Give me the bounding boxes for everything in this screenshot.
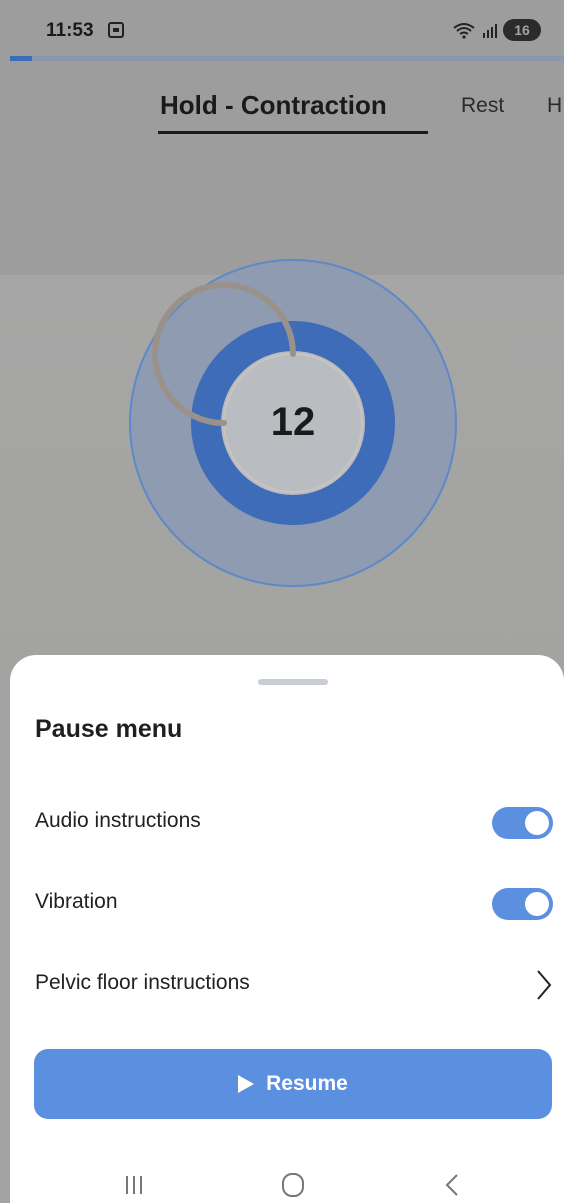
timer-value: 12	[270, 400, 316, 444]
signal-icon	[483, 24, 497, 38]
workout-progress-fill	[10, 56, 33, 61]
resume-button[interactable]: Resume	[34, 1049, 552, 1119]
tab-hold-next[interactable]: H	[547, 94, 562, 118]
screenshot-icon	[108, 22, 124, 38]
battery-level: 16	[514, 22, 530, 38]
pause-menu-sheet: Pause menu Audio instructions Vibration …	[10, 655, 564, 1203]
vibration-label: Vibration	[35, 890, 118, 913]
recent-apps-icon[interactable]	[124, 1174, 144, 1196]
active-tab-indicator	[158, 131, 428, 134]
tab-rest[interactable]: Rest	[461, 94, 504, 118]
status-bar: 11:53 16	[0, 0, 564, 58]
toggle-knob	[525, 892, 549, 916]
wifi-icon	[453, 23, 475, 39]
play-icon	[238, 1075, 255, 1093]
sheet-title: Pause menu	[35, 715, 183, 743]
chevron-right-icon[interactable]	[532, 967, 556, 1003]
workout-screen: 11:53 16 Hold - Contraction Rest H 12 Pa…	[0, 0, 564, 1203]
resume-label: Resume	[266, 1072, 348, 1095]
vibration-toggle[interactable]	[492, 888, 553, 920]
back-icon[interactable]	[444, 1172, 460, 1198]
battery-icon: 16	[503, 19, 541, 41]
audio-instructions-toggle[interactable]	[492, 807, 553, 839]
toggle-knob	[525, 811, 549, 835]
home-icon[interactable]	[281, 1172, 305, 1198]
audio-instructions-label: Audio instructions	[35, 809, 201, 832]
status-time: 11:53	[46, 20, 94, 41]
tab-hold-contraction[interactable]: Hold - Contraction	[160, 90, 387, 121]
workout-progress-bar	[10, 56, 564, 61]
pelvic-floor-instructions-link[interactable]: Pelvic floor instructions	[35, 971, 250, 995]
sheet-drag-handle[interactable]	[258, 679, 328, 685]
